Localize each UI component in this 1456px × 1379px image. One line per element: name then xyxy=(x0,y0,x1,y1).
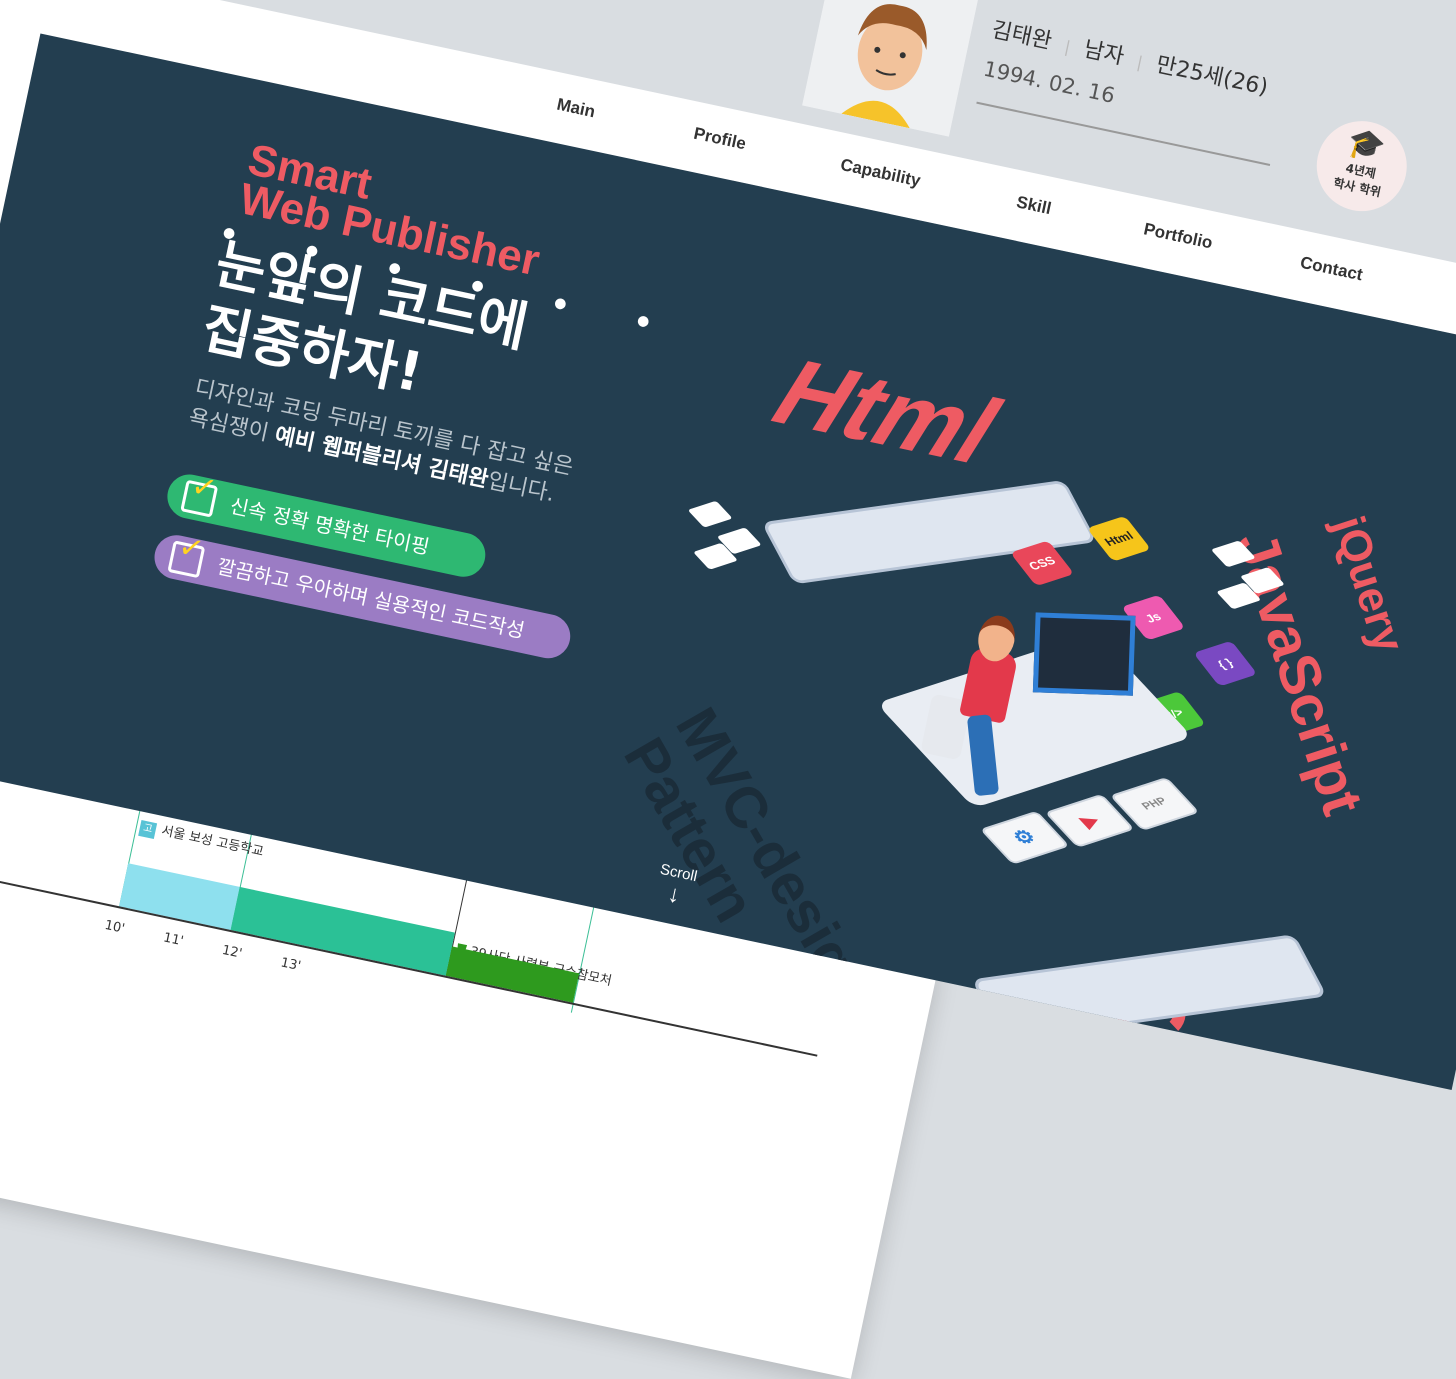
html-tile-icon: Html xyxy=(1086,515,1152,562)
profile-gender: 남자 xyxy=(1081,37,1127,70)
nav-main[interactable]: Main xyxy=(555,95,597,123)
hero-section: Smart Web Publisher ● ● ● ● ● ● 눈앞의 코드에 … xyxy=(0,33,1456,1090)
nav-capability[interactable]: Capability xyxy=(839,155,922,191)
avatar-illustration-icon xyxy=(802,0,981,137)
nav-contact[interactable]: Contact xyxy=(1298,253,1365,286)
developer-illustration: Html JavaScript jQuery MVC-design Patter… xyxy=(611,342,1440,1090)
square-decoration xyxy=(687,500,733,528)
nav-skill[interactable]: Skill xyxy=(1015,192,1053,219)
word-jquery: jQuery xyxy=(1323,510,1414,659)
profile-age: 만25세(26) xyxy=(1153,52,1271,101)
word-html: Html xyxy=(752,341,1022,483)
profile-name: 김태완 xyxy=(989,17,1055,55)
braces-tile-icon: { } xyxy=(1193,640,1258,687)
word-mvc-pattern: MVC-design Pattern xyxy=(611,697,888,1020)
nav-portfolio[interactable]: Portfolio xyxy=(1142,219,1214,253)
monitor-icon xyxy=(1032,612,1136,696)
nav-profile[interactable]: Profile xyxy=(692,124,748,155)
profile-avatar xyxy=(802,0,981,137)
degree-badge: 🎓 4년제 학사 학위 xyxy=(1308,112,1416,220)
profile-info: 김태완 | 남자 | 만25세(26) 1994. 02. 16 xyxy=(976,12,1309,170)
